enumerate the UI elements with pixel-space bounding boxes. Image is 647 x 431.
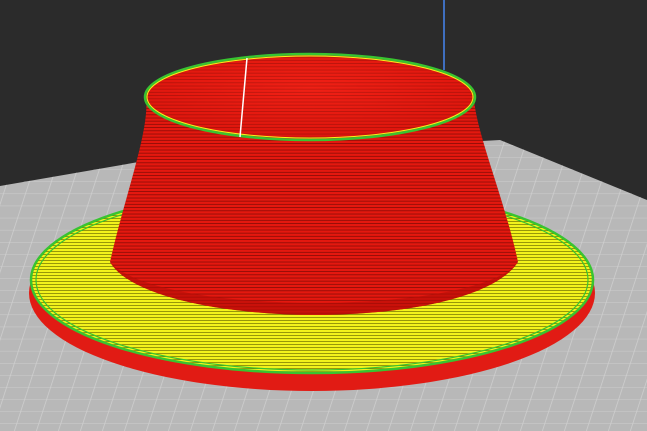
3d-viewport[interactable]	[0, 0, 647, 431]
layer-preview-canvas[interactable]	[0, 0, 647, 431]
